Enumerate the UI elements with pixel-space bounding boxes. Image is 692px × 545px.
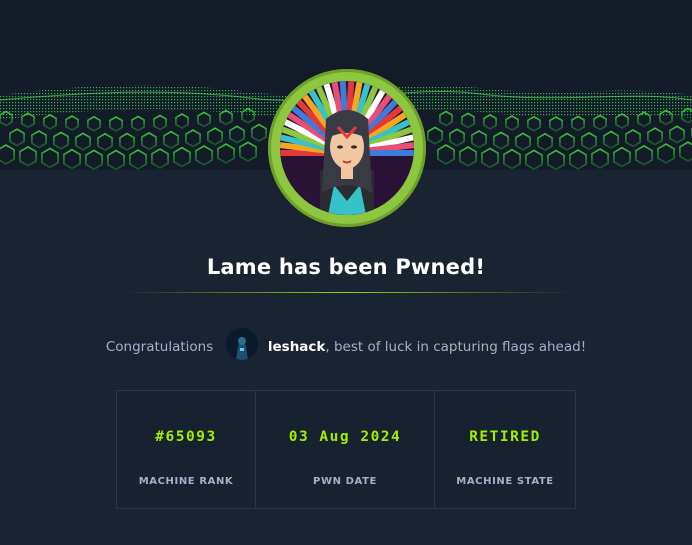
hexagon-cube-icon: [525, 149, 543, 170]
hexagon-cube-icon: [175, 113, 189, 130]
hexagon-cube-icon: [251, 123, 267, 142]
pwn-date-value: 03 Aug 2024: [288, 429, 402, 445]
hexagon-cube-icon: [195, 145, 213, 166]
hexagon-cube-icon: [219, 109, 233, 126]
hexagon-cube-icon: [505, 115, 519, 132]
hexagon-cube-icon: [185, 129, 201, 148]
hexagon-cube-icon: [207, 127, 223, 146]
hexagon-cube-icon: [647, 127, 663, 146]
congratulations-message: Congratulations leshack, best of luck in…: [0, 328, 692, 360]
machine-rank-label: MACHINE RANK: [138, 476, 234, 487]
hexagon-cube-icon: [679, 141, 692, 162]
hexagon-cube-icon: [459, 146, 477, 167]
hexagon-cube-icon: [669, 125, 685, 144]
hexagon-cube-icon: [439, 110, 453, 127]
hexagon-cube-icon: [547, 149, 565, 170]
pwn-date-label: PWN DATE: [313, 476, 377, 487]
hexagon-cube-icon: [481, 147, 499, 169]
hexagon-cube-icon: [503, 148, 521, 170]
hexagon-cube-icon: [109, 116, 123, 132]
machine-state-value: RETIRED: [469, 429, 541, 445]
stat-machine-state: RETIRED MACHINE STATE: [435, 391, 575, 508]
hexagon-cube-icon: [471, 130, 487, 149]
user-avatar-icon[interactable]: [225, 328, 258, 360]
title-divider: [120, 292, 572, 293]
hexagon-cube-icon: [43, 113, 57, 130]
hexagon-cube-icon: [119, 132, 135, 151]
machine-state-label: MACHINE STATE: [456, 476, 554, 487]
hexagon-cube-icon: [571, 115, 585, 132]
hexagon-cube-icon: [613, 146, 631, 168]
hexagon-cube-icon: [549, 116, 563, 132]
aztec-woman-avatar: [280, 81, 414, 215]
hexagon-cube-icon: [229, 125, 245, 144]
hexagon-cube-icon: [657, 143, 675, 164]
hexagon-cube-icon: [75, 132, 91, 151]
hexagon-cube-icon: [65, 115, 79, 132]
hexagon-cube-icon: [437, 144, 455, 165]
hexagon-cube-icon: [131, 115, 145, 132]
hexagon-cube-icon: [53, 131, 69, 150]
hexagon-cube-icon: [173, 146, 191, 168]
hexagon-cube-icon: [483, 113, 497, 130]
hexagon-cube-icon: [107, 149, 125, 170]
hexagon-cube-icon: [537, 132, 553, 152]
hexagon-cube-icon: [41, 147, 59, 169]
hexagon-cube-icon: [19, 145, 37, 167]
machine-avatar: [268, 69, 426, 227]
hexagon-cube-icon: [625, 129, 641, 148]
hexagon-cube-icon: [635, 144, 653, 166]
machine-rank-value: #65093: [155, 429, 217, 445]
hexagon-cube-icon: [31, 130, 47, 149]
hexagon-cube-icon: [129, 149, 147, 170]
hexagon-cube-icon: [461, 112, 475, 129]
hexagon-cube-icon: [603, 130, 619, 149]
hexagon-cube-icon: [153, 114, 167, 131]
hexagon-cube-icon: [427, 126, 443, 145]
hexagon-cube-icon: [515, 132, 531, 151]
hexagon-cube-icon: [449, 128, 465, 147]
hexagon-cube-icon: [9, 128, 25, 147]
hexagon-cube-icon: [615, 113, 629, 130]
hexagon-cube-icon: [493, 131, 509, 150]
stat-pwn-date: 03 Aug 2024 PWN DATE: [256, 391, 435, 508]
hexagon-cube-icon: [63, 148, 81, 170]
hexagon-cube-icon: [0, 144, 15, 165]
congrats-suffix: , best of luck in capturing flags ahead!: [325, 339, 587, 355]
hexagon-cube-icon: [581, 131, 597, 151]
username-link[interactable]: leshack: [268, 339, 326, 355]
hexagon-cube-icon: [217, 143, 235, 164]
hexagon-cube-icon: [239, 141, 257, 163]
hexagon-cube-icon: [151, 148, 169, 169]
hexagon-cube-icon: [163, 130, 179, 150]
hexagon-cube-icon: [591, 148, 609, 169]
hexagon-cube-icon: [593, 114, 607, 131]
hexagon-cube-icon: [559, 132, 575, 151]
hexagon-cube-icon: [85, 149, 103, 170]
hexagon-cube-icon: [87, 115, 101, 132]
congrats-prefix: Congratulations: [105, 339, 214, 355]
pwn-stats-table: #65093 MACHINE RANK 03 Aug 2024 PWN DATE…: [116, 390, 576, 509]
hexagon-cube-icon: [197, 111, 211, 128]
hexagon-cube-icon: [141, 131, 157, 151]
stat-machine-rank: #65093 MACHINE RANK: [117, 391, 256, 508]
hexagon-cube-icon: [569, 149, 587, 170]
page-title: Lame has been Pwned!: [206, 255, 486, 279]
hexagon-cube-icon: [97, 132, 113, 152]
hexagon-cube-icon: [527, 115, 541, 132]
